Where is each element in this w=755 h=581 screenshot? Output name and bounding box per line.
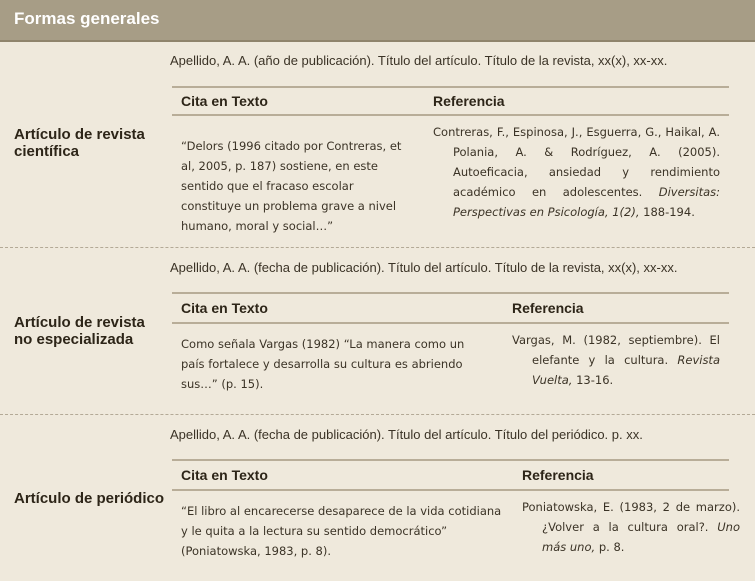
column-header-referencia: Referencia	[512, 300, 584, 316]
ref-tail: p. 8.	[595, 540, 625, 554]
page-title: Formas generales	[14, 9, 160, 28]
table-top-rule	[172, 86, 729, 88]
cita-text: “El libro al encarecerse desaparece de l…	[181, 504, 502, 558]
ref-tail: 188-194.	[639, 205, 695, 219]
header-bar: Formas generales	[0, 0, 755, 42]
section-title: Artículo de periódico	[14, 490, 165, 507]
column-header-cita: Cita en Texto	[181, 467, 268, 483]
table-top-rule	[172, 292, 729, 294]
table-header-rule	[172, 322, 729, 324]
column-header-referencia: Referencia	[433, 93, 505, 109]
format-template: Apellido, A. A. (fecha de publicación). …	[170, 260, 678, 275]
referencia-text: Poniatowska, E. (1983, 2 de marzo). ¿Vol…	[522, 497, 740, 557]
column-header-referencia: Referencia	[522, 467, 594, 483]
column-header-cita: Cita en Texto	[181, 93, 268, 109]
format-template: Apellido, A. A. (fecha de publicación). …	[170, 427, 643, 442]
section-title: Artículo de revista científica	[14, 126, 145, 160]
section-articulo-cientifico: Apellido, A. A. (año de publicación). Tí…	[0, 42, 755, 247]
cita-text: Como señala Vargas (1982) “La manera com…	[181, 337, 465, 391]
table-top-rule	[172, 459, 729, 461]
table-header-rule	[172, 489, 729, 491]
referencia-text: Vargas, M. (1982, septiembre). El elefan…	[512, 330, 720, 390]
referencia-text: Contreras, F., Espinosa, J., Esguerra, G…	[433, 122, 720, 222]
column-header-cita: Cita en Texto	[181, 300, 268, 316]
section-articulo-no-especializado: Apellido, A. A. (fecha de publicación). …	[0, 248, 755, 414]
cita-text: “Delors (1996 citado por Contreras, et a…	[181, 139, 402, 233]
table-header-rule	[172, 114, 729, 116]
ref-plain: Poniatowska, E. (1983, 2 de marzo). ¿Vol…	[522, 500, 740, 534]
format-template: Apellido, A. A. (año de publicación). Tí…	[170, 53, 668, 68]
section-title: Artículo de revista no especializada	[14, 314, 145, 348]
ref-tail: 13-16.	[572, 373, 614, 387]
section-articulo-periodico: Apellido, A. A. (fecha de publicación). …	[0, 415, 755, 581]
